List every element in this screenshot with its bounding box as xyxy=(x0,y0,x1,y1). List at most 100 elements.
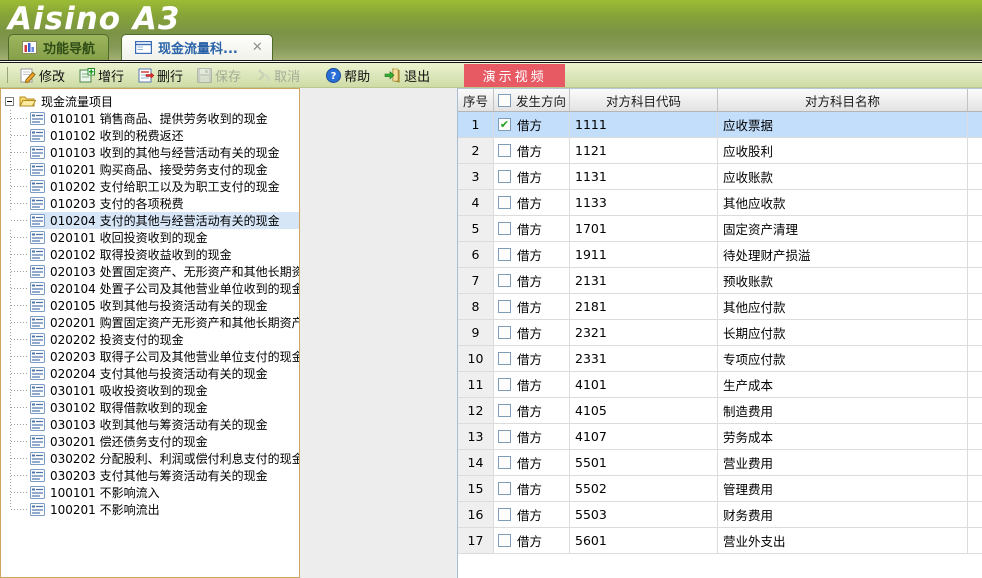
add-row-button[interactable]: 增行 xyxy=(72,65,131,86)
tree-item-100201[interactable]: 100201 不影响流出 xyxy=(1,501,299,518)
tree-item-020104[interactable]: 020104 处置子公司及其他营业单位收到的现金 xyxy=(1,280,299,297)
document-icon xyxy=(30,197,45,210)
filler-cell xyxy=(968,398,982,423)
row-checkbox[interactable] xyxy=(498,300,511,313)
table-row[interactable]: 10借方2331专项应付款 xyxy=(458,346,982,372)
row-checkbox[interactable] xyxy=(498,534,511,547)
tree-item-010101[interactable]: 010101 销售商品、提供劳务收到的现金 xyxy=(1,110,299,127)
account-name-cell: 财务费用 xyxy=(718,502,968,527)
row-checkbox[interactable] xyxy=(498,508,511,521)
column-header-no[interactable]: 序号 xyxy=(458,89,494,111)
tab-strip: 功能导航现金流量科...✕ xyxy=(8,34,273,60)
account-name-cell: 固定资产清理 xyxy=(718,216,968,241)
tree-item-010202[interactable]: 010202 支付给职工以及为职工支付的现金 xyxy=(1,178,299,195)
account-code-cell: 1133 xyxy=(570,190,718,215)
tree-item-020101[interactable]: 020101 收回投资收到的现金 xyxy=(1,229,299,246)
table-row[interactable]: 2借方1121应收股利 xyxy=(458,138,982,164)
tree-item-020204[interactable]: 020204 支付其他与投资活动有关的现金 xyxy=(1,365,299,382)
tree-item-010102[interactable]: 010102 收到的税费返还 xyxy=(1,127,299,144)
table-row[interactable]: 16借方5503财务费用 xyxy=(458,502,982,528)
column-header-code[interactable]: 对方科目代码 xyxy=(570,89,718,111)
tree-item-030101[interactable]: 030101 吸收投资收到的现金 xyxy=(1,382,299,399)
table-row[interactable]: 14借方5501营业费用 xyxy=(458,450,982,476)
row-checkbox[interactable] xyxy=(498,222,511,235)
row-checkbox[interactable] xyxy=(498,144,511,157)
row-checkbox[interactable] xyxy=(498,352,511,365)
column-header-name[interactable]: 对方科目名称 xyxy=(718,89,968,111)
table-row[interactable]: 3借方1131应收账款 xyxy=(458,164,982,190)
tab-cash-flow-accounts[interactable]: 现金流量科...✕ xyxy=(121,34,273,60)
tree-item-010203[interactable]: 010203 支付的各项税费 xyxy=(1,195,299,212)
tree-item-020105[interactable]: 020105 收到其他与投资活动有关的现金 xyxy=(1,297,299,314)
aisino-a3-logo: Aisino A3 xyxy=(8,1,180,37)
tree-item-100101[interactable]: 100101 不影响流入 xyxy=(1,484,299,501)
row-checkbox[interactable] xyxy=(498,378,511,391)
delete-row-button[interactable]: 删行 xyxy=(131,65,190,86)
modify-button[interactable]: 修改 xyxy=(13,65,72,86)
tree-item-030102[interactable]: 030102 取得借款收到的现金 xyxy=(1,399,299,416)
tree-item-010201[interactable]: 010201 购买商品、接受劳务支付的现金 xyxy=(1,161,299,178)
demo-video-button[interactable]: 演示视频 xyxy=(464,64,565,87)
account-code-cell: 1131 xyxy=(570,164,718,189)
table-row[interactable]: 4借方1133其他应收款 xyxy=(458,190,982,216)
filler-cell xyxy=(968,216,982,241)
cancel-button: 取消 xyxy=(248,65,307,86)
collapse-expander-icon[interactable] xyxy=(5,97,14,106)
column-header-direction[interactable]: 发生方向 xyxy=(494,89,570,111)
tree-item-010204[interactable]: 010204 支付的其他与经营活动有关的现金 xyxy=(1,212,299,229)
row-checkbox[interactable] xyxy=(498,326,511,339)
tree-item-020102[interactable]: 020102 取得投资收益收到的现金 xyxy=(1,246,299,263)
tree-item-030103[interactable]: 030103 收到其他与筹资活动有关的现金 xyxy=(1,416,299,433)
tree-item-020201[interactable]: 020201 购置固定资产无形资产和其他长期资产 xyxy=(1,314,299,331)
direction-value: 借方 xyxy=(517,141,542,160)
row-checkbox[interactable] xyxy=(498,482,511,495)
table-row[interactable]: 11借方4101生产成本 xyxy=(458,372,982,398)
document-icon xyxy=(30,503,45,516)
table-row[interactable]: 1✔借方1111应收票据 xyxy=(458,112,982,138)
tree-item-030201[interactable]: 030201 偿还债务支付的现金 xyxy=(1,433,299,450)
table-row[interactable]: 9借方2321长期应付款 xyxy=(458,320,982,346)
row-number-cell: 8 xyxy=(458,294,494,319)
tree-item-020103[interactable]: 020103 处置固定资产、无形资产和其他长期资 xyxy=(1,263,299,280)
table-row[interactable]: 7借方2131预收账款 xyxy=(458,268,982,294)
row-number-cell: 16 xyxy=(458,502,494,527)
document-icon xyxy=(30,401,45,414)
document-icon xyxy=(30,129,45,142)
help-button[interactable]: ?帮助 xyxy=(319,65,377,86)
tab-function-navigation[interactable]: 功能导航 xyxy=(8,34,109,60)
tree-root[interactable]: 现金流量项目 xyxy=(1,92,299,110)
tree-item-010103[interactable]: 010103 收到的其他与经营活动有关的现金 xyxy=(1,144,299,161)
table-row[interactable]: 8借方2181其他应付款 xyxy=(458,294,982,320)
tree-item-020202[interactable]: 020202 投资支付的现金 xyxy=(1,331,299,348)
tree-item-020203[interactable]: 020203 取得子公司及其他营业单位支付的现金 xyxy=(1,348,299,365)
table-row[interactable]: 15借方5502管理费用 xyxy=(458,476,982,502)
row-checkbox[interactable] xyxy=(498,274,511,287)
document-icon xyxy=(30,469,45,482)
tree-item-030202[interactable]: 030202 分配股利、利润或偿付利息支付的现金 xyxy=(1,450,299,467)
row-checkbox[interactable] xyxy=(498,430,511,443)
row-checkbox-checked[interactable]: ✔ xyxy=(498,118,511,131)
document-icon xyxy=(30,214,45,227)
row-checkbox[interactable] xyxy=(498,196,511,209)
row-checkbox[interactable] xyxy=(498,170,511,183)
account-code-cell: 4101 xyxy=(570,372,718,397)
direction-value: 借方 xyxy=(517,505,542,524)
row-checkbox[interactable] xyxy=(498,404,511,417)
account-name-cell: 其他应收款 xyxy=(718,190,968,215)
tree-item-030203[interactable]: 030203 支付其他与筹资活动有关的现金 xyxy=(1,467,299,484)
table-row[interactable]: 13借方4107劳务成本 xyxy=(458,424,982,450)
table-row[interactable]: 5借方1701固定资产清理 xyxy=(458,216,982,242)
select-all-checkbox[interactable] xyxy=(498,94,511,107)
toolbar-button-label: 增行 xyxy=(98,66,124,85)
filler-cell xyxy=(968,346,982,371)
table-row[interactable]: 6借方1911待处理财产损溢 xyxy=(458,242,982,268)
table-row[interactable]: 17借方5601营业外支出 xyxy=(458,528,982,554)
row-checkbox[interactable] xyxy=(498,248,511,261)
row-checkbox[interactable] xyxy=(498,456,511,469)
table-row[interactable]: 12借方4105制造费用 xyxy=(458,398,982,424)
exit-button[interactable]: 退出 xyxy=(377,65,437,86)
account-name-cell: 营业外支出 xyxy=(718,528,968,553)
row-number-cell: 6 xyxy=(458,242,494,267)
tab-close-icon[interactable]: ✕ xyxy=(252,40,263,55)
tree-item-label: 020105 收到其他与投资活动有关的现金 xyxy=(50,297,268,314)
